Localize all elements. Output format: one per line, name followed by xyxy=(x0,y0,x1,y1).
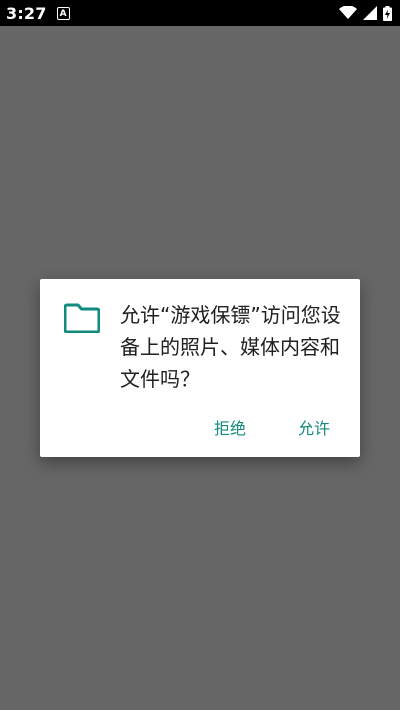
deny-button[interactable]: 拒绝 xyxy=(208,411,252,443)
allow-button[interactable]: 允许 xyxy=(292,411,336,443)
status-bar: 3:27 A xyxy=(0,0,400,26)
status-time: 3:27 xyxy=(6,3,47,23)
notification-a-icon: A xyxy=(56,6,70,20)
battery-charging-icon xyxy=(383,5,392,21)
dialog-message: 允许“游戏保镖”访问您设备上的照片、媒体内容和文件吗？ xyxy=(120,303,341,391)
wifi-icon xyxy=(339,6,357,19)
folder-icon xyxy=(64,303,100,333)
status-left: 3:27 A xyxy=(6,4,70,23)
permission-dialog: 允许“游戏保镖”访问您设备上的照片、媒体内容和文件吗？ 拒绝 允许 xyxy=(40,279,360,457)
signal-icon xyxy=(363,6,377,20)
dialog-actions: 拒绝 允许 xyxy=(208,411,336,443)
status-right xyxy=(339,5,392,21)
